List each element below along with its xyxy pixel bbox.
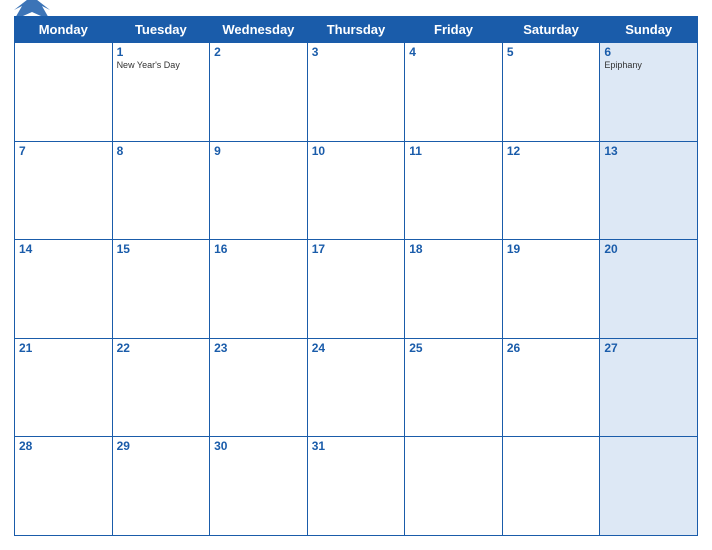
day-number: 8: [117, 144, 206, 158]
week-row-2: 789 10 11 12 13: [15, 141, 698, 240]
day-number: 16: [214, 242, 303, 256]
calendar-cell: 24: [307, 338, 405, 437]
day-number: 13: [604, 144, 693, 158]
weekday-header-thursday: Thursday: [307, 17, 405, 43]
calendar-cell: 2: [210, 43, 308, 142]
calendar-cell: 19: [502, 240, 600, 339]
day-number: 31: [312, 439, 401, 453]
calendar-cell: 22: [112, 338, 210, 437]
calendar-cell: 8: [112, 141, 210, 240]
calendar-cell: 30: [210, 437, 308, 536]
day-number: 21: [19, 341, 108, 355]
calendar-cell: 16: [210, 240, 308, 339]
calendar-cell: 20: [600, 240, 698, 339]
weekday-header-tuesday: Tuesday: [112, 17, 210, 43]
day-number: 12: [507, 144, 596, 158]
day-number: 7: [19, 144, 108, 158]
day-number: 17: [312, 242, 401, 256]
calendar-cell: [502, 437, 600, 536]
calendar-cell: [15, 43, 113, 142]
calendar-cell: 23: [210, 338, 308, 437]
day-number: 15: [117, 242, 206, 256]
weekday-header-saturday: Saturday: [502, 17, 600, 43]
day-number: 29: [117, 439, 206, 453]
day-number: 10: [312, 144, 401, 158]
day-number: 11: [409, 144, 498, 158]
calendar-cell: 25: [405, 338, 503, 437]
calendar-cell: 17: [307, 240, 405, 339]
week-row-3: 14 15 16 17 18 19 20: [15, 240, 698, 339]
calendar-wrapper: MondayTuesdayWednesdayThursdayFridaySatu…: [0, 0, 712, 550]
calendar-table: MondayTuesdayWednesdayThursdayFridaySatu…: [14, 16, 698, 536]
day-number: 14: [19, 242, 108, 256]
calendar-cell: 3: [307, 43, 405, 142]
day-number: 3: [312, 45, 401, 59]
holiday-name: Epiphany: [604, 60, 693, 70]
day-number: 18: [409, 242, 498, 256]
day-number: 25: [409, 341, 498, 355]
logo-icon: [14, 0, 50, 28]
day-number: 27: [604, 341, 693, 355]
calendar-cell: 13: [600, 141, 698, 240]
day-number: 28: [19, 439, 108, 453]
calendar-cell: 9: [210, 141, 308, 240]
calendar-cell: 31: [307, 437, 405, 536]
weekday-header-row: MondayTuesdayWednesdayThursdayFridaySatu…: [15, 17, 698, 43]
calendar-cell: 10: [307, 141, 405, 240]
day-number: 6: [604, 45, 693, 59]
week-row-1: 1New Year's Day23456Epiphany: [15, 43, 698, 142]
week-row-5: 28 29 30 31: [15, 437, 698, 536]
calendar-cell: 7: [15, 141, 113, 240]
calendar-cell: 14: [15, 240, 113, 339]
day-number: 24: [312, 341, 401, 355]
day-number: 5: [507, 45, 596, 59]
calendar-cell: 27: [600, 338, 698, 437]
calendar-cell: 4: [405, 43, 503, 142]
calendar-cell: 29: [112, 437, 210, 536]
day-number: 22: [117, 341, 206, 355]
calendar-cell: 12: [502, 141, 600, 240]
calendar-cell: 18: [405, 240, 503, 339]
day-number: 23: [214, 341, 303, 355]
logo: [14, 0, 52, 28]
calendar-cell: 15: [112, 240, 210, 339]
calendar-cell: 28: [15, 437, 113, 536]
calendar-cell: 5: [502, 43, 600, 142]
day-number: 26: [507, 341, 596, 355]
calendar-cell: [600, 437, 698, 536]
day-number: 4: [409, 45, 498, 59]
day-number: 2: [214, 45, 303, 59]
day-number: 19: [507, 242, 596, 256]
calendar-cell: 11: [405, 141, 503, 240]
weekday-header-friday: Friday: [405, 17, 503, 43]
calendar-cell: 6Epiphany: [600, 43, 698, 142]
day-number: 1: [117, 45, 206, 59]
calendar-cell: 26: [502, 338, 600, 437]
calendar-cell: 1New Year's Day: [112, 43, 210, 142]
calendar-cell: 21: [15, 338, 113, 437]
day-number: 30: [214, 439, 303, 453]
weekday-header-wednesday: Wednesday: [210, 17, 308, 43]
day-number: 20: [604, 242, 693, 256]
weekday-header-sunday: Sunday: [600, 17, 698, 43]
day-number: 9: [214, 144, 303, 158]
calendar-cell: [405, 437, 503, 536]
holiday-name: New Year's Day: [117, 60, 206, 70]
week-row-4: 21 22 23 24 25 26 27: [15, 338, 698, 437]
